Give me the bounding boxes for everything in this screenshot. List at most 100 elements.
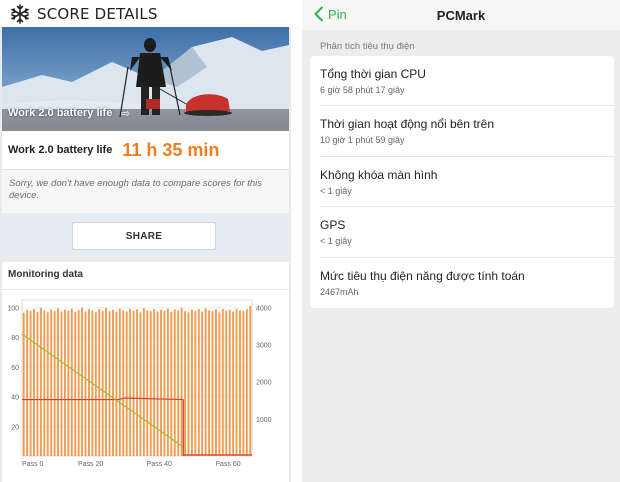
score-header: SCORE DETAILS xyxy=(0,0,291,27)
y-left-tick-label: 80 xyxy=(11,335,19,342)
pass-bar xyxy=(136,309,138,456)
pass-bar xyxy=(81,307,84,456)
pass-bar xyxy=(36,311,39,456)
compare-notice: Sorry, we don't have enough data to comp… xyxy=(2,169,289,213)
pass-bar xyxy=(228,309,231,456)
pass-bar xyxy=(218,312,221,456)
pass-bar xyxy=(60,311,63,456)
list-item-value: < 1 giây xyxy=(320,185,352,196)
list-item-value: 2467mAh xyxy=(320,286,359,297)
arrow-right-icon: ⇨ xyxy=(121,108,131,120)
pass-bar xyxy=(180,307,183,456)
pass-bar xyxy=(204,308,207,456)
pass-bar xyxy=(242,311,245,456)
pass-bar xyxy=(156,311,159,456)
pass-bar xyxy=(221,308,224,456)
y-left-tick-label: 20 xyxy=(11,424,19,431)
y-right-tick-label: 4000 xyxy=(256,305,272,312)
pass-bar xyxy=(245,309,248,456)
pass-bar xyxy=(74,311,77,456)
pass-bar xyxy=(46,312,49,456)
list-item-value: 10 giờ 1 phút 59 giây xyxy=(320,135,405,146)
pass-bar xyxy=(50,309,53,456)
y-right-tick-label: 1000 xyxy=(256,417,272,424)
pass-bar xyxy=(146,310,149,456)
pass-bar xyxy=(187,312,190,456)
pass-bar xyxy=(53,311,56,456)
x-tick-label: Pass 60 xyxy=(215,461,240,468)
pass-bar xyxy=(125,311,128,456)
list-item[interactable]: Tổng thời gian CPU 6 giờ 58 phút 17 giây xyxy=(310,56,614,107)
pass-bar xyxy=(108,311,111,456)
pass-bar xyxy=(94,312,97,456)
pass-bar xyxy=(149,311,152,456)
pass-bar xyxy=(39,307,42,456)
pass-bar xyxy=(67,310,70,456)
page-title: SCORE DETAILS xyxy=(37,4,158,23)
score-details-panel: SCORE DETAILS Work 2.0 battery life ⇨ Wo… xyxy=(0,0,291,482)
pass-bar xyxy=(122,310,125,456)
pass-bar xyxy=(184,311,187,456)
list-item-title: Tổng thời gian CPU xyxy=(320,67,426,81)
nav-bar: Pin PCMark xyxy=(302,0,620,30)
pass-bar xyxy=(177,310,180,456)
pass-bar xyxy=(211,311,214,456)
result-value: 11 h 35 min xyxy=(122,139,220,160)
pass-bar xyxy=(139,312,142,456)
monitoring-title: Monitoring data xyxy=(8,269,83,280)
pass-bar xyxy=(57,308,59,456)
pass-bar xyxy=(197,308,200,456)
share-area: SHARE xyxy=(2,213,289,259)
list-item[interactable]: GPS < 1 giây xyxy=(310,207,614,258)
list-item-title: Mức tiêu thụ điện năng được tính toán xyxy=(320,268,525,283)
pass-bar xyxy=(153,308,156,456)
pass-bar xyxy=(160,309,162,456)
pass-bar xyxy=(22,312,25,456)
pass-bar xyxy=(232,311,235,456)
pass-bar xyxy=(215,309,217,456)
pass-bar xyxy=(77,310,80,456)
pass-bar xyxy=(33,308,35,456)
pass-bar xyxy=(26,309,29,456)
list-item[interactable]: Mức tiêu thụ điện năng được tính toán 24… xyxy=(310,258,614,308)
pass-bar xyxy=(249,305,252,456)
y-left-tick-label: 60 xyxy=(11,365,19,372)
pass-bar xyxy=(84,311,87,456)
pass-bar xyxy=(112,309,114,456)
list-item-title: Không khóa màn hình xyxy=(320,167,438,182)
list-item-value: 6 giờ 58 phút 17 giây xyxy=(320,85,405,95)
pass-bar xyxy=(239,310,241,456)
result-label: Work 2.0 battery life xyxy=(8,144,113,156)
pcmark-battery-panel: Pin PCMark Phân tích tiêu thụ điện Tổng … xyxy=(302,0,620,482)
snowflake-icon xyxy=(11,3,29,24)
monitoring-chart: 100 80 60 40 20 4000 3000 2000 1000 Pass 0 Pass 20… xyxy=(7,299,272,468)
x-tick-label: Pass 40 xyxy=(147,461,172,468)
pass-bar xyxy=(87,309,90,456)
pass-bar xyxy=(118,308,121,456)
pass-bar xyxy=(235,308,238,456)
y-right-tick-label: 3000 xyxy=(256,343,272,350)
compare-notice-text: Sorry, we don't have enough data to comp… xyxy=(9,178,262,201)
pass-bar xyxy=(105,307,108,456)
hero-label: Work 2.0 battery life xyxy=(8,107,113,119)
list-item[interactable]: Thời gian hoạt động nổi bên trên 10 giờ … xyxy=(310,106,614,157)
share-button[interactable]: SHARE xyxy=(72,222,216,250)
divider xyxy=(2,289,289,290)
monitoring-card: Monitoring data 100 80 60 40 20 4000 3000 2000 1… xyxy=(2,262,289,482)
pass-bar xyxy=(190,309,193,456)
list-item-title: Thời gian hoạt động nổi bên trên xyxy=(320,117,494,132)
pass-bar xyxy=(166,308,169,456)
pass-bar xyxy=(101,310,104,456)
pass-bar xyxy=(115,311,118,456)
pass-bar xyxy=(98,308,101,456)
result-row: Work 2.0 battery life 11 h 35 min xyxy=(2,131,289,169)
pass-bar xyxy=(208,310,211,456)
pass-bar xyxy=(43,310,46,456)
pass-bar xyxy=(142,308,145,456)
list-item-title: GPS xyxy=(320,218,346,233)
x-tick-label: Pass 20 xyxy=(78,461,103,468)
x-tick-label: Pass 0 xyxy=(22,461,44,468)
list-item[interactable]: Không khóa màn hình < 1 giây xyxy=(310,157,614,208)
pass-bar xyxy=(29,310,32,456)
y-left-tick-label: 100 xyxy=(7,305,19,312)
